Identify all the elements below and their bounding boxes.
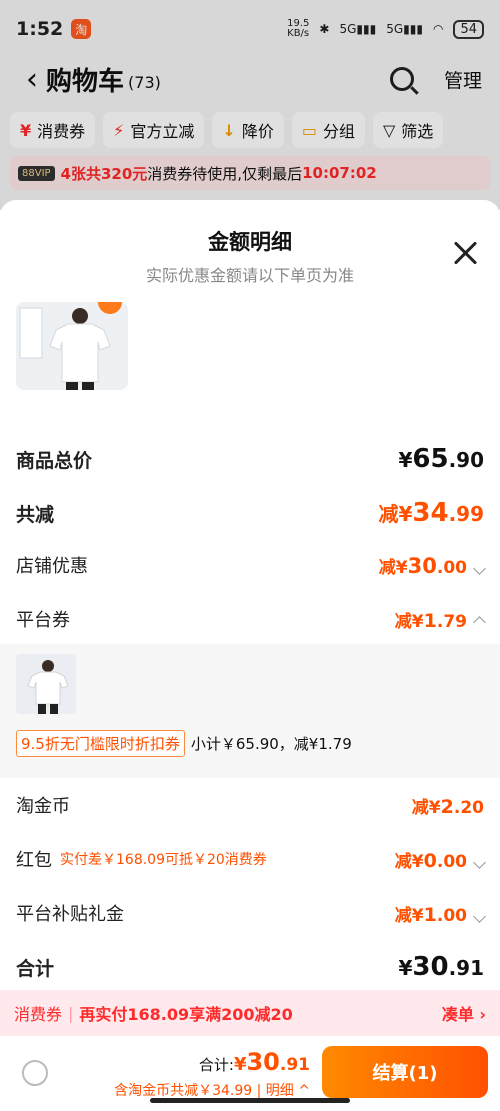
amount-dec: .20 — [453, 797, 484, 818]
row-grand-total: 合计 ¥ 30 .91 — [16, 952, 484, 982]
gift-label: 平台补贴礼金 — [16, 904, 124, 925]
amount-prefix: 减¥ — [411, 797, 441, 818]
amount-dec: .00 — [436, 851, 467, 872]
amount-int: 1 — [423, 903, 437, 926]
amount-dec: .00 — [436, 905, 467, 926]
total-reduction-value: 减¥ 34 .99 — [378, 498, 484, 528]
coupon-bar-tag: 消费券 — [14, 1005, 63, 1024]
amount-int: 30 — [412, 952, 449, 982]
gift-value: 减¥ 1 .00 — [394, 901, 486, 926]
checkout-total: 合计: ¥ 30 .91 — [199, 1048, 310, 1076]
amount-int: 0 — [423, 849, 437, 872]
add-items-button[interactable]: 凑单 › — [442, 1001, 486, 1025]
grand-total-label: 合计 — [16, 957, 55, 980]
detail-toggle[interactable]: 含淘金币共减￥34.99 | 明细 ^ — [114, 1080, 310, 1100]
amount-prefix: 减¥ — [394, 851, 424, 872]
amount-dec: .00 — [436, 557, 467, 578]
row-taobao-coins: 淘金币 减¥ 2 .20 — [16, 792, 484, 818]
amount-prefix: 减¥ — [394, 905, 424, 926]
consumption-coupon-bar[interactable]: 消费券 | 再实付168.09享满200减20 凑单 › — [0, 990, 500, 1036]
amount-dec: .91 — [448, 956, 484, 980]
select-all-checkbox[interactable] — [22, 1060, 48, 1086]
chevron-down-icon — [473, 561, 486, 575]
amount-int: 2 — [440, 795, 454, 818]
currency-symbol: ¥ — [233, 1054, 247, 1075]
row-red-packet[interactable]: 红包 实付差￥168.09可抵￥20消费券 减¥ 0 .00 — [16, 846, 486, 872]
coupon-line: 9.5折无门槛限时折扣券 小计￥65.90，减¥1.79 — [16, 730, 352, 757]
red-packet-value: 减¥ 0 .00 — [394, 847, 486, 872]
amount-prefix: 减¥ — [378, 557, 408, 578]
separator: | — [68, 1003, 74, 1023]
red-packet-note: 实付差￥168.09可抵￥20消费券 — [60, 852, 267, 868]
row-platform-coupon[interactable]: 平台券 减¥ 1 .79 — [16, 606, 486, 632]
row-subtotal: 商品总价 ¥ 65 .90 — [16, 444, 484, 474]
subtotal-value: ¥ 65 .90 — [398, 444, 484, 474]
store-discount-label: 店铺优惠 — [16, 556, 88, 577]
amount-int: 65 — [412, 444, 449, 474]
total-label: 合计: — [198, 1056, 234, 1074]
coins-label: 淘金币 — [16, 796, 70, 817]
amount-detail-sheet: 金额明细 实际优惠金额请以下单页为准 商品总价 ¥ 65 .90 共减 减¥ 3… — [0, 200, 500, 1111]
store-discount-value: 减¥ 30 .00 — [378, 553, 486, 578]
product-image — [16, 302, 128, 390]
amount-dec: .79 — [436, 611, 467, 632]
amount-dec: .90 — [448, 448, 484, 472]
sheet-subtitle: 实际优惠金额请以下单页为准 — [145, 266, 354, 285]
total-dec: .91 — [279, 1055, 310, 1075]
red-packet-label: 红包 — [16, 850, 52, 871]
platform-coupon-detail-panel: 9.5折无门槛限时折扣券 小计￥65.90，减¥1.79 — [0, 644, 500, 778]
sheet-title: 金额明细 — [208, 230, 292, 254]
amount-prefix: 减¥ — [378, 502, 413, 526]
grand-total-value: ¥ 30 .91 — [398, 952, 484, 982]
tshirt-illustration — [16, 302, 128, 390]
platform-coupon-value: 减¥ 1 .79 — [394, 607, 486, 632]
chevron-down-icon — [473, 909, 486, 923]
currency-symbol: ¥ — [398, 448, 413, 472]
row-platform-gift[interactable]: 平台补贴礼金 减¥ 1 .00 — [16, 900, 486, 926]
coupon-product-image — [16, 654, 76, 714]
amount-dec: .99 — [448, 502, 484, 526]
tshirt-thumbnail — [16, 654, 76, 714]
coupon-summary: 小计￥65.90，减¥1.79 — [190, 735, 352, 753]
platform-coupon-label: 平台券 — [16, 610, 70, 631]
row-total-reduction: 共减 减¥ 34 .99 — [16, 498, 484, 528]
chevron-down-icon — [473, 855, 486, 869]
total-int: 30 — [246, 1048, 280, 1076]
close-icon[interactable] — [452, 240, 478, 266]
row-store-discount[interactable]: 店铺优惠 减¥ 30 .00 — [16, 552, 486, 578]
amount-int: 34 — [412, 498, 449, 528]
subtotal-label: 商品总价 — [16, 449, 93, 472]
chevron-up-icon — [473, 615, 486, 629]
coupon-bar-text: 再实付168.09享满200减20 — [79, 1005, 293, 1024]
coupon-tag: 9.5折无门槛限时折扣券 — [16, 730, 185, 757]
checkout-button[interactable]: 结算(1) — [322, 1046, 488, 1098]
coins-value: 减¥ 2 .20 — [412, 793, 484, 818]
total-reduction-label: 共减 — [16, 503, 55, 526]
amount-int: 1 — [423, 609, 437, 632]
currency-symbol: ¥ — [398, 956, 413, 980]
amount-prefix: 减¥ — [394, 611, 424, 632]
amount-int: 30 — [407, 553, 437, 578]
home-indicator[interactable] — [150, 1098, 350, 1103]
dim-overlay[interactable] — [0, 0, 500, 210]
